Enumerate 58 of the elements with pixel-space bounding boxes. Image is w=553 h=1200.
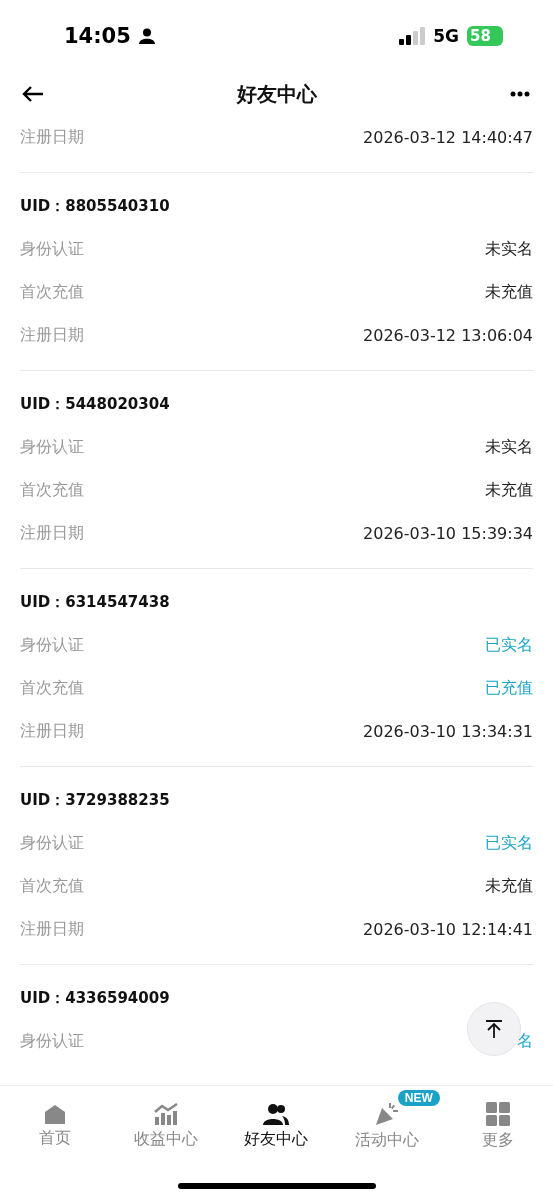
- tab-label: 收益中心: [133, 1128, 198, 1149]
- tab-bar-item[interactable]: 收益中心: [110, 1086, 222, 1166]
- field-label: 身份认证: [20, 437, 84, 458]
- field-label: 身份认证: [20, 1031, 84, 1052]
- uid-label: UID：5448020304: [20, 394, 171, 415]
- scroll-top-icon: [484, 1019, 504, 1039]
- field-label: 注册日期: [20, 127, 84, 148]
- field-label: 首次充值: [20, 282, 84, 303]
- field-value: 未充值: [485, 480, 533, 501]
- uid-label: UID：8805540310: [20, 196, 171, 217]
- tab-bar-item[interactable]: 更多: [442, 1086, 553, 1166]
- field-label: 首次充值: [20, 876, 84, 897]
- field-value: 名: [517, 1031, 533, 1052]
- tab-label: 好友中心: [244, 1128, 309, 1149]
- party-popper-icon: [375, 1101, 400, 1126]
- tab-bar-item[interactable]: 好友中心: [221, 1086, 332, 1166]
- more-icon: [510, 91, 530, 97]
- uid-label: UID：3729388235: [20, 790, 171, 811]
- uid-label: UID：6314547438: [20, 592, 171, 613]
- battery-indicator: 58: [467, 26, 503, 46]
- field-value: 未实名: [485, 239, 533, 260]
- person-icon: [138, 28, 155, 44]
- home-icon: [44, 1103, 67, 1124]
- field-value: 2026-03-10 13:34:31: [363, 722, 533, 741]
- field-label: 身份认证: [20, 239, 84, 260]
- field-value: 2026-03-12 13:06:04: [363, 326, 533, 345]
- field-label: 注册日期: [20, 325, 84, 346]
- field-value: 2026-03-10 15:39:34: [363, 524, 533, 543]
- back-icon: [22, 85, 44, 103]
- field-label: 注册日期: [20, 523, 84, 544]
- status-time: 14:05: [64, 24, 131, 48]
- users-icon: [263, 1102, 290, 1125]
- tab-bar-item[interactable]: NEW 活动中心: [331, 1086, 443, 1166]
- field-label: 注册日期: [20, 919, 84, 940]
- field-value: 已实名: [485, 833, 533, 854]
- field-value: 2026-03-10 12:14:41: [363, 920, 533, 939]
- field-label: 身份认证: [20, 833, 84, 854]
- field-value: 2026-03-12 14:40:47: [363, 128, 533, 147]
- network-label: 5G: [433, 26, 459, 46]
- field-label: 首次充值: [20, 678, 84, 699]
- tab-label: 更多: [481, 1129, 514, 1150]
- tab-label: 活动中心: [355, 1129, 420, 1150]
- field-value: 未充值: [485, 876, 533, 897]
- page-title: 好友中心: [236, 80, 317, 108]
- field-value: 未充值: [485, 282, 533, 303]
- uid-label: UID：4336594009: [20, 988, 171, 1009]
- tab-bar-item[interactable]: 首页: [0, 1086, 111, 1166]
- signal-icon: [399, 27, 426, 45]
- tab-label: 首页: [39, 1127, 72, 1148]
- field-label: 首次充值: [20, 480, 84, 501]
- field-value: 已充值: [485, 678, 533, 699]
- field-value: 已实名: [485, 635, 533, 656]
- field-label: 身份认证: [20, 635, 84, 656]
- new-badge: NEW: [397, 1090, 440, 1106]
- chart-icon: [153, 1102, 178, 1125]
- grid-icon: [485, 1101, 510, 1126]
- field-value: 未实名: [485, 437, 533, 458]
- field-label: 注册日期: [20, 721, 84, 742]
